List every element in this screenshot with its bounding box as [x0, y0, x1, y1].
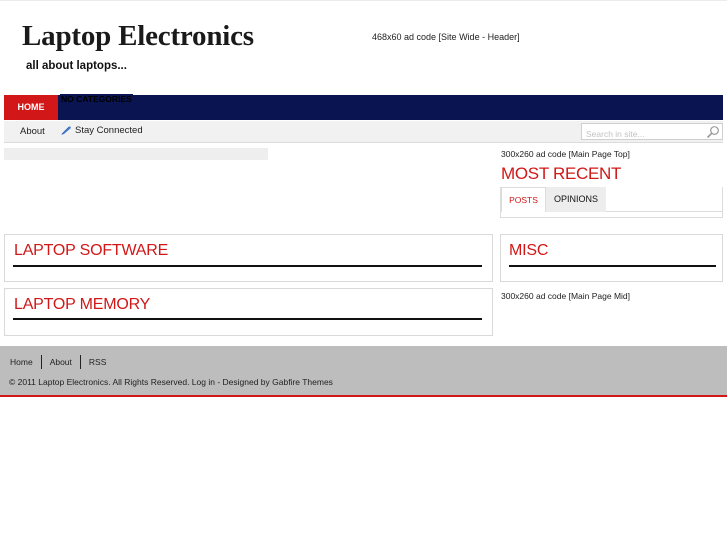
subnav-stay-connected-link[interactable]: Stay Connected [60, 125, 143, 136]
header-ad-placeholder: 468x60 ad code [Site Wide - Header] [372, 32, 520, 42]
most-recent-heading: MOST RECENT [501, 164, 622, 183]
main-navbar: HOME NO CATEGORIES [4, 94, 723, 120]
footer-separator [40, 355, 42, 369]
section-title[interactable]: LAPTOP SOFTWARE [14, 242, 168, 260]
section-laptop-software: LAPTOP SOFTWARE [4, 234, 493, 282]
nav-home-link[interactable]: HOME [4, 95, 58, 120]
rss-feather-icon [60, 125, 72, 136]
sidebar-ad-mid: 300x260 ad code [Main Page Mid] [501, 291, 631, 301]
tab-posts[interactable]: POSTS [501, 187, 546, 212]
search-box [581, 123, 723, 142]
footer-links: Home About RSS [10, 355, 106, 369]
section-divider [13, 318, 482, 320]
search-input[interactable] [582, 126, 700, 142]
section-laptop-memory: LAPTOP MEMORY [4, 288, 493, 336]
site-tagline: all about laptops... [26, 60, 127, 72]
nav-no-categories: NO CATEGORIES [60, 94, 133, 106]
site-title[interactable]: Laptop Electronics [22, 20, 254, 53]
subnav-about-link[interactable]: About [20, 126, 45, 137]
sidebar-ad-top: 300x260 ad code [Main Page Top] [501, 149, 630, 159]
footer-copyright: © 2011 Laptop Electronics. All Rights Re… [9, 377, 333, 387]
footer-link-about[interactable]: About [50, 357, 72, 367]
tab-opinions[interactable]: OPINIONS [546, 187, 606, 212]
search-icon[interactable] [706, 125, 720, 144]
section-title[interactable]: LAPTOP MEMORY [14, 296, 150, 314]
section-divider [509, 265, 716, 267]
featured-slider-placeholder [4, 148, 268, 160]
section-divider [13, 265, 482, 267]
most-recent-tabs: POSTS OPINIONS [500, 187, 723, 218]
tabs-divider [606, 211, 723, 212]
section-misc: MISC [500, 234, 723, 282]
top-border [0, 0, 727, 4]
footer: Home About RSS © 2011 Laptop Electronics… [0, 346, 727, 397]
secondary-navbar: About Stay Connected [4, 121, 723, 143]
footer-link-home[interactable]: Home [10, 357, 33, 367]
section-title[interactable]: MISC [509, 242, 548, 260]
footer-link-rss[interactable]: RSS [89, 357, 106, 367]
stay-connected-label: Stay Connected [75, 125, 143, 136]
footer-separator [79, 355, 81, 369]
